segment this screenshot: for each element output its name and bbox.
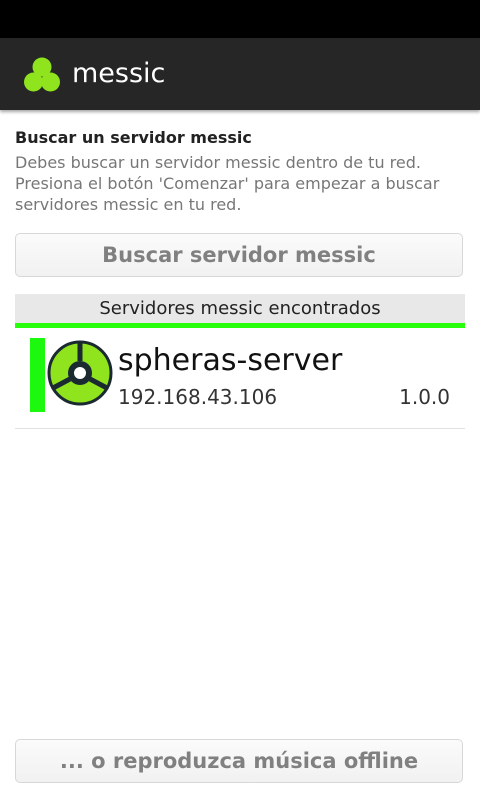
messic-server-icon (47, 340, 113, 406)
server-name: spheras-server (118, 343, 343, 378)
server-version: 1.0.0 (399, 385, 450, 409)
server-list-item[interactable]: spheras-server 192.168.43.106 1.0.0 (15, 331, 465, 429)
action-bar: messic (0, 38, 480, 110)
server-selection-marker (30, 338, 45, 412)
server-ip: 192.168.43.106 (118, 385, 278, 409)
status-bar (0, 0, 480, 38)
intro-title: Buscar un servidor messic (15, 128, 252, 147)
search-server-button[interactable]: Buscar servidor messic (15, 233, 463, 277)
intro-description: Debes buscar un servidor messic dentro d… (15, 153, 440, 214)
screen: messic Buscar un servidor messic Debes b… (0, 0, 480, 800)
servers-found-header: Servidores messic encontrados (15, 294, 465, 323)
play-offline-button[interactable]: ... o reproduzca música offline (15, 739, 463, 783)
app-title: messic (72, 58, 166, 89)
messic-logo-icon (24, 57, 60, 92)
servers-header-divider (15, 323, 465, 328)
